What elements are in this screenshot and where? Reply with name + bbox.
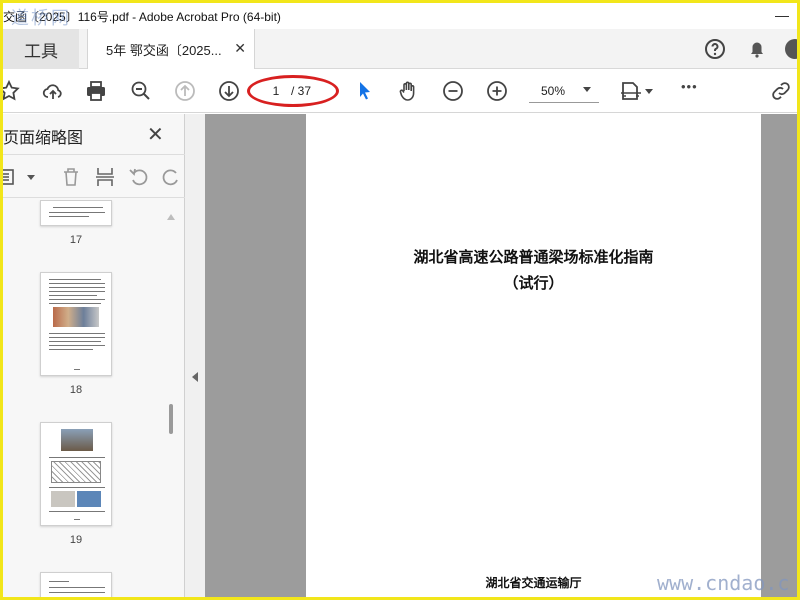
minimize-button[interactable]: — [775,7,789,23]
page-thumbnail[interactable] [40,572,112,597]
tab-tools[interactable]: 工具 [3,29,79,69]
thumbnail-label: 19 [69,534,83,546]
page-thumbnail[interactable] [40,200,112,226]
chevron-down-icon [583,87,591,92]
panel-splitter[interactable] [185,114,205,597]
window-title: 交函〔2025〕116号.pdf - Adobe Acrobat Pro (64… [3,9,281,24]
tab-document[interactable]: 5年 鄂交函〔2025... ✕ [87,29,255,69]
thumbnail-photo [61,429,93,451]
document-subtitle: （试行） [503,274,564,292]
thumbnail-photo [51,491,75,507]
account-icon[interactable] [783,37,800,61]
pdf-page: 湖北省高速公路普通梁场标准化指南 （试行） 湖北省交通运输厅 [306,114,761,597]
toolbar: 1 / 37 50% ••• [0,69,797,113]
title-bar: 交函〔2025〕116号.pdf - Adobe Acrobat Pro (64… [3,3,797,29]
scroll-up-arrow[interactable] [167,214,175,220]
upload-cloud-icon[interactable] [41,79,65,103]
panel-toolbar [3,154,185,198]
page-fit-icon[interactable] [619,79,643,103]
tab-document-label: 5年 鄂交函〔2025... [106,42,222,58]
previous-page-icon[interactable] [173,79,197,103]
trash-icon[interactable] [59,165,83,189]
collapse-panel-icon[interactable] [192,372,198,382]
tab-bar: 工具 5年 鄂交函〔2025... ✕ [3,29,800,69]
rotate-left-icon[interactable] [127,165,151,189]
more-tools-icon[interactable]: ••• [681,79,698,94]
bell-icon[interactable] [745,37,769,61]
help-icon[interactable] [703,37,727,61]
thumbnail-label: 18 [69,384,83,396]
watermark-bottom: www.cndao.c [657,571,790,595]
panel-scrollbar[interactable] [169,404,173,434]
annotation-circle [247,75,339,107]
thumbnail-photo [53,307,99,327]
page-thumbnail[interactable] [40,272,112,376]
rotate-right-icon[interactable] [159,165,183,189]
zoom-out-icon[interactable] [441,79,465,103]
thumbnail-options-icon[interactable] [0,165,19,189]
share-link-icon[interactable] [769,79,793,103]
page-thumbnail[interactable] [40,422,112,526]
print-icon[interactable] [84,79,108,103]
page-fit-dropdown-icon[interactable] [645,89,653,94]
hand-tool-icon[interactable] [396,79,420,103]
tab-close-icon[interactable]: ✕ [234,40,246,57]
thumbnail-drawing [51,461,101,483]
thumbnail-photo [77,491,101,507]
next-page-icon[interactable] [217,79,241,103]
options-dropdown-icon[interactable] [27,175,35,180]
insert-page-icon[interactable] [93,165,117,189]
star-icon[interactable] [0,79,21,103]
zoom-level-value: 50% [541,83,566,98]
document-title: 湖北省高速公路普通梁场标准化指南 [413,248,654,266]
zoom-in-icon[interactable] [485,79,509,103]
thumbnail-list: 17 18 19 [3,200,179,597]
panel-title: 页面缩略图 [3,130,84,147]
document-viewport[interactable]: 湖北省高速公路普通梁场标准化指南 （试行） 湖北省交通运输厅 [205,114,797,597]
app-window: 交函〔2025〕116号.pdf - Adobe Acrobat Pro (64… [0,0,800,600]
zoom-level-select[interactable]: 50% [529,79,599,103]
panel-close-icon[interactable]: ✕ [147,122,164,147]
thumbnail-label: 17 [69,234,83,246]
zoom-out-search-icon[interactable] [129,79,153,103]
thumbnail-panel: 页面缩略图 ✕ 17 18 19 [3,114,185,597]
select-cursor-icon[interactable] [353,79,377,103]
